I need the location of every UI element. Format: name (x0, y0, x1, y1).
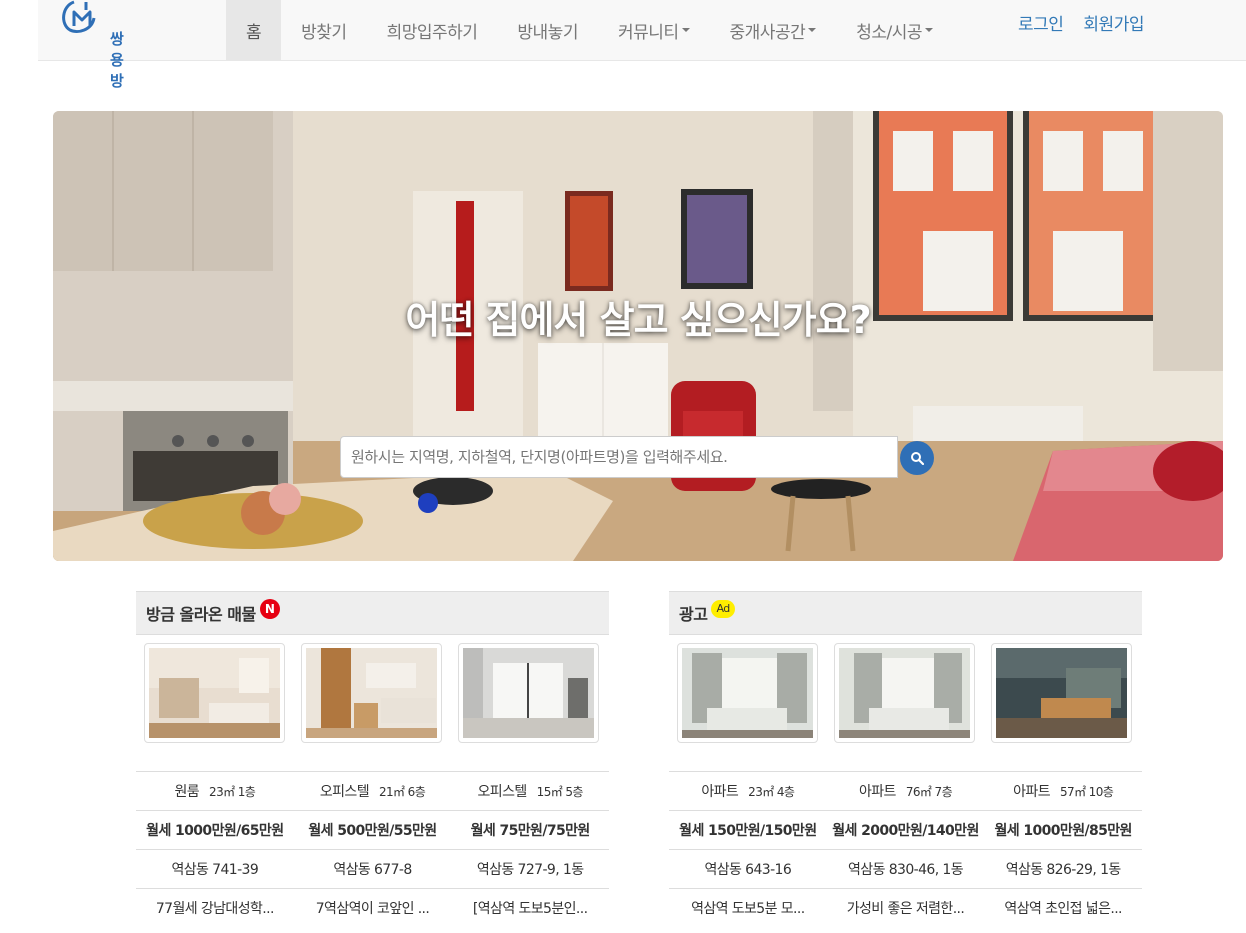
listing-price[interactable]: 월세 2000만원/140만원 (827, 820, 985, 840)
listing-description[interactable]: [역삼역 도보5분인... (451, 898, 609, 918)
signup-link[interactable]: 회원가입 (1083, 10, 1144, 35)
brand-logo[interactable]: 쌍용방 (52, 0, 132, 90)
search-input[interactable] (340, 436, 898, 478)
listing-info-table: 원룸 23㎡ 1층 오피스텔 21㎡ 6층 오피스텔 15㎡ 5층 월세 1000만원… (136, 771, 609, 927)
navbar: 쌍용방 홈 방찾기 희망입주하기 방내놓기 커뮤니티 중개사공간 청소/시공 로… (38, 0, 1246, 90)
table-row: 원룸 23㎡ 1층 오피스텔 21㎡ 6층 오피스텔 15㎡ 5층 (136, 771, 609, 810)
panel-title: 방금 올라온 매물 (146, 605, 256, 624)
listing-type-cell: 아파트 23㎡ 4층 (669, 781, 827, 801)
table-row: 역삼역 도보5분 모... 가성비 좋은 저렴한... 역삼역 초인접 넓은..… (669, 888, 1142, 927)
listing-type: 오피스텔 (477, 784, 528, 800)
listing-thumbnail[interactable] (677, 643, 818, 743)
listing-size-floor: 57㎡ 10층 (1060, 785, 1114, 799)
listing-price[interactable]: 월세 1000만원/65만원 (136, 820, 294, 840)
listing-type-cell: 아파트 76㎡ 7층 (827, 781, 985, 801)
nav-item-agent-space[interactable]: 중개사공간 (710, 0, 837, 60)
hero-title: 어떤 집에서 살고 싶으신가요? (405, 298, 871, 342)
nav-item-home[interactable]: 홈 (226, 0, 282, 60)
listing-thumbnail[interactable] (301, 643, 442, 743)
room-photo (996, 648, 1127, 738)
panel-header: 방금 올라온 매물 N (136, 591, 609, 635)
login-link[interactable]: 로그인 (1018, 10, 1064, 35)
listing-thumbnail[interactable] (144, 643, 285, 743)
house-logo-icon (62, 0, 96, 33)
panel-header: 광고 Ad (669, 591, 1142, 635)
listing-thumbnail[interactable] (458, 643, 599, 743)
listing-size-floor: 15㎡ 5층 (536, 785, 584, 799)
nav-item-label: 청소/시공 (856, 22, 923, 43)
table-row: 월세 150만원/150만원 월세 2000만원/140만원 월세 1000만원… (669, 810, 1142, 849)
listing-type-cell: 원룸 23㎡ 1층 (136, 781, 294, 801)
listing-type: 오피스텔 (319, 784, 370, 800)
new-badge: N (259, 599, 280, 619)
room-photo (839, 648, 970, 738)
listing-size-floor: 76㎡ 7층 (905, 785, 953, 799)
nav-item-cleaning[interactable]: 청소/시공 (836, 0, 953, 60)
listing-price[interactable]: 월세 150만원/150만원 (669, 820, 827, 840)
listing-description[interactable]: 77월세 강남대성학... (136, 898, 294, 918)
nav-item-label: 방찾기 (301, 22, 347, 43)
caret-down-icon (808, 28, 817, 32)
table-row: 월세 1000만원/65만원 월세 500만원/55만원 월세 75만원/75만… (136, 810, 609, 849)
listing-type-cell: 오피스텔 15㎡ 5층 (451, 781, 609, 801)
room-photo (682, 648, 813, 738)
nav-item-find-room[interactable]: 방찾기 (281, 0, 366, 60)
listing-type: 아파트 (701, 784, 739, 800)
ad-listings-panel: 광고 Ad 아파트 23㎡ 4층 아파트 76㎡ 7층 아파트 57㎡ 10층 … (669, 591, 1142, 917)
listing-description[interactable]: 가성비 좋은 저렴한... (827, 898, 985, 918)
table-row: 역삼동 741-39 역삼동 677-8 역삼동 727-9, 1동 (136, 849, 609, 888)
listing-type: 아파트 (859, 784, 896, 800)
caret-down-icon (681, 28, 690, 32)
nav-item-wish-move-in[interactable]: 희망입주하기 (367, 0, 498, 60)
recent-listings-panel: 방금 올라온 매물 N 원룸 23㎡ 1층 오피스텔 21㎡ 6층 오피스텔 1… (136, 591, 609, 917)
nav-item-list-room[interactable]: 방내놓기 (497, 0, 598, 60)
nav-item-label: 방내놓기 (517, 22, 578, 43)
room-photo (463, 648, 594, 738)
nav-item-label: 희망입주하기 (386, 22, 478, 43)
search-icon (911, 452, 924, 465)
listing-size-floor: 23㎡ 1층 (209, 785, 256, 799)
auth-links: 로그인 회원가입 (1018, 0, 1144, 44)
listing-description[interactable]: 역삼역 도보5분 모... (669, 898, 827, 918)
listing-price[interactable]: 월세 75만원/75만원 (451, 820, 609, 840)
listing-price[interactable]: 월세 1000만원/85만원 (984, 820, 1142, 840)
table-row: 77월세 강남대성학... 7역삼역이 코앞인 ... [역삼역 도보5분인..… (136, 888, 609, 927)
nav-item-label: 홈 (246, 22, 262, 43)
hero-banner: 어떤 집에서 살고 싶으신가요? (53, 111, 1223, 561)
main-nav: 홈 방찾기 희망입주하기 방내놓기 커뮤니티 중개사공간 청소/시공 (226, 0, 953, 60)
listing-description[interactable]: 역삼역 초인접 넓은... (984, 898, 1142, 918)
thumbnail-row (669, 635, 1142, 743)
listing-address: 역삼동 643-16 (704, 862, 792, 878)
nav-item-label: 중개사공간 (729, 22, 806, 43)
listing-address: 역삼동 677-8 (333, 862, 412, 878)
listing-size-floor: 23㎡ 4층 (748, 785, 795, 799)
panel-title: 광고 (679, 605, 708, 624)
listing-info-table: 아파트 23㎡ 4층 아파트 76㎡ 7층 아파트 57㎡ 10층 월세 150만원/… (669, 771, 1142, 927)
brand-name: 쌍용방 (110, 30, 124, 90)
listing-thumbnail[interactable] (991, 643, 1132, 743)
listing-address: 역삼동 741-39 (171, 862, 259, 878)
listing-type: 아파트 (1013, 784, 1050, 800)
listing-type: 원룸 (174, 784, 200, 800)
room-photo (306, 648, 437, 738)
listing-type-cell: 아파트 57㎡ 10층 (984, 781, 1142, 801)
nav-item-label: 커뮤니티 (617, 22, 679, 43)
listing-thumbnail[interactable] (834, 643, 975, 743)
listing-price[interactable]: 월세 500만원/55만원 (294, 820, 452, 840)
ad-badge: Ad (711, 600, 735, 618)
table-row: 아파트 23㎡ 4층 아파트 76㎡ 7층 아파트 57㎡ 10층 (669, 771, 1142, 810)
thumbnail-row (136, 635, 609, 743)
listing-address: 역삼동 727-9, 1동 (476, 862, 584, 878)
listing-description[interactable]: 7역삼역이 코앞인 ... (294, 898, 452, 918)
table-row: 역삼동 643-16 역삼동 830-46, 1동 역삼동 826-29, 1동 (669, 849, 1142, 888)
listing-address: 역삼동 826-29, 1동 (1005, 862, 1122, 878)
caret-down-icon (925, 28, 934, 32)
room-photo (149, 648, 280, 738)
search-button[interactable] (900, 441, 934, 475)
listing-size-floor: 21㎡ 6층 (378, 785, 426, 799)
listing-type-cell: 오피스텔 21㎡ 6층 (294, 781, 452, 801)
nav-item-community[interactable]: 커뮤니티 (598, 0, 710, 60)
listing-address: 역삼동 830-46, 1동 (848, 862, 964, 878)
